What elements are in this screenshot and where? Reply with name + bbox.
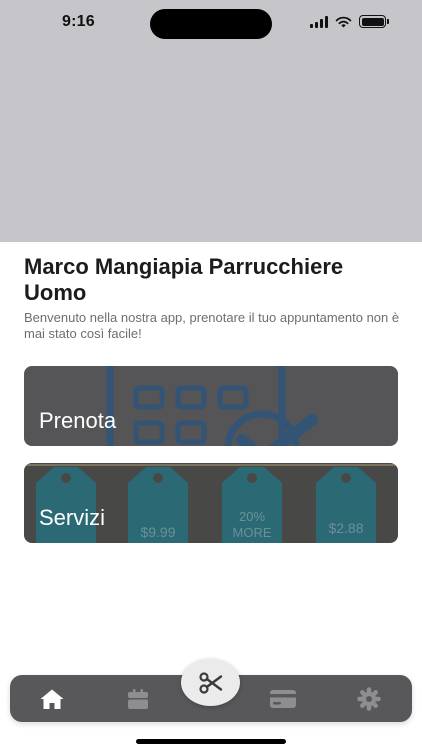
status-bar: 9:16 [0,0,422,46]
wifi-icon [335,16,352,27]
tab-payments[interactable] [259,675,307,722]
battery-level [361,17,384,26]
card-overlay [24,366,398,446]
home-icon [40,689,64,709]
prenota-card[interactable]: Prenota [24,366,398,446]
tab-calendar[interactable] [114,675,162,722]
dynamic-island [150,9,272,39]
servizi-card[interactable]: $9.99 20% MORE $2.88 Servizi [24,463,398,543]
home-indicator [136,739,286,744]
servizi-label: Servizi [39,505,106,530]
status-icons [310,15,389,28]
scissors-icon [198,671,222,694]
page-subtitle: Benvenuto nella nostra app, prenotare il… [24,310,400,341]
status-time: 9:16 [62,13,95,30]
tab-settings[interactable] [345,675,393,722]
page-title: Marco Mangiapia Parrucchiere Uomo [24,254,344,305]
gear-icon [357,686,381,711]
credit-card-icon [270,689,296,708]
card-overlay [24,463,398,543]
battery-icon [359,15,389,28]
prenota-label: Prenota [39,408,117,433]
cellular-signal-icon [310,15,328,28]
calendar-icon [128,688,148,709]
tab-home[interactable] [28,675,76,722]
tab-services[interactable] [181,659,240,706]
